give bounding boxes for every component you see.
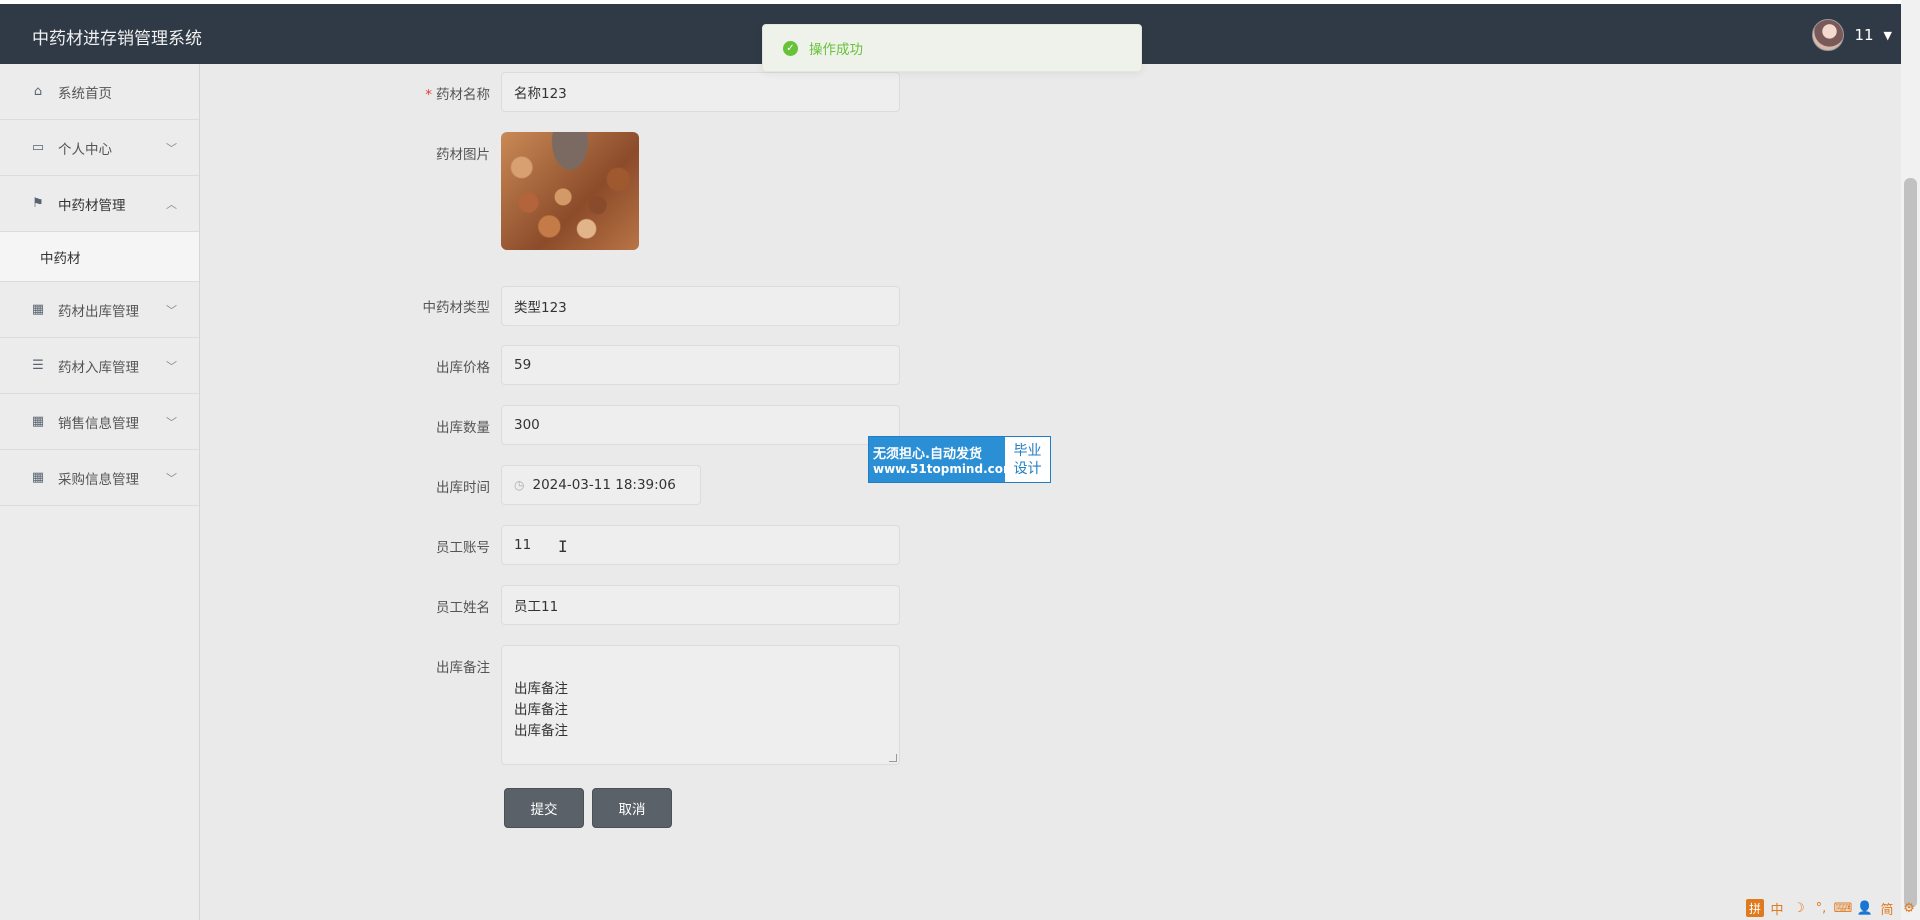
sidebar-item-home[interactable]: ⌂ 系统首页 <box>0 64 199 120</box>
user-name[interactable]: 11 <box>1854 26 1873 44</box>
employee-name-input[interactable]: 员工11 <box>501 585 900 625</box>
outbound-remark-textarea[interactable]: 出库备注 出库备注 出库备注 <box>501 645 900 765</box>
grid-icon: ▦ <box>31 414 45 429</box>
chevron-down-icon: ﹀ <box>166 416 177 429</box>
list-icon: ☰ <box>32 358 44 373</box>
sidebar-item-inbound-management[interactable]: ☰ 药材入库管理 ﹀ <box>0 338 199 394</box>
ime-chinese-mode[interactable]: 中 <box>1768 899 1786 918</box>
employee-account-label: 员工账号 <box>436 540 490 556</box>
ime-simplified-mode[interactable]: 简 <box>1878 899 1896 918</box>
ime-settings-icon[interactable]: ⚙ <box>1900 899 1918 917</box>
watermark-line2: www.51topmind.com <box>873 462 1016 476</box>
caret-down-icon[interactable]: ▼ <box>1884 29 1892 42</box>
card-icon: ▭ <box>31 140 45 155</box>
grid-icon: ▦ <box>31 302 45 317</box>
watermark-line1: 无须担心.自动发货 <box>873 447 982 462</box>
ime-punctuation-icon[interactable]: °, <box>1812 899 1830 917</box>
sidebar-item-herb-management[interactable]: ⚑ 中药材管理 ︿ <box>0 176 199 232</box>
chevron-down-icon: ﹀ <box>166 360 177 373</box>
outbound-price-input[interactable]: 59 <box>501 345 900 385</box>
chevron-down-icon: ﹀ <box>166 472 177 485</box>
watermark-right-bottom: 设计 <box>1013 460 1042 477</box>
ime-toolbar[interactable]: 拼 中 ☽ °, ⌨ 👤 简 ⚙ <box>1746 898 1918 918</box>
success-toast: ✓ 操作成功 <box>762 24 1142 72</box>
herb-name-label: * 药材名称 <box>425 87 490 103</box>
clock-icon: ◷ <box>514 478 525 492</box>
sidebar-item-label: 系统首页 <box>58 85 112 102</box>
outbound-price-label: 出库价格 <box>436 360 490 376</box>
sidebar: ⌂ 系统首页 ▭ 个人中心 ﹀ ⚑ 中药材管理 ︿ 中药材 ▦ 药材出库管理 ﹀… <box>0 64 200 920</box>
outbound-time-label: 出库时间 <box>436 480 490 496</box>
outbound-quantity-label: 出库数量 <box>436 420 490 436</box>
herb-name-input[interactable]: 名称123 <box>501 72 900 112</box>
sidebar-item-label: 药材出库管理 <box>58 303 139 320</box>
sidebar-item-outbound-management[interactable]: ▦ 药材出库管理 ﹀ <box>0 282 199 338</box>
chevron-down-icon: ﹀ <box>166 142 177 155</box>
outbound-quantity-input[interactable]: 300 <box>501 405 900 445</box>
chevron-up-icon: ︿ <box>166 198 177 211</box>
herb-type-label: 中药材类型 <box>422 300 491 316</box>
resize-handle-icon[interactable] <box>889 754 897 762</box>
cancel-button[interactable]: 取消 <box>592 788 672 828</box>
herb-type-input[interactable]: 类型123 <box>501 286 900 326</box>
grid-icon: ▦ <box>31 470 45 485</box>
toast-message: 操作成功 <box>809 42 863 58</box>
home-icon: ⌂ <box>33 84 43 99</box>
scrollbar[interactable] <box>1901 0 1920 920</box>
sidebar-item-sales-management[interactable]: ▦ 销售信息管理 ﹀ <box>0 394 199 450</box>
user-avatar[interactable] <box>1812 19 1845 51</box>
app-title: 中药材进存销管理系统 <box>32 29 202 49</box>
sidebar-subitem-herb[interactable]: 中药材 <box>0 232 199 282</box>
scrollbar-thumb[interactable] <box>1904 178 1917 908</box>
sidebar-item-label: 销售信息管理 <box>58 415 139 432</box>
main-content: * 药材名称 名称123 药材图片 中药材类型 类型123 出库价格 59 出库数… <box>200 64 1900 920</box>
herb-image-label: 药材图片 <box>436 147 490 163</box>
ime-moon-icon[interactable]: ☽ <box>1790 899 1808 917</box>
employee-name-label: 员工姓名 <box>436 600 490 616</box>
ime-logo-icon[interactable]: 拼 <box>1746 899 1764 917</box>
sidebar-item-personal-center[interactable]: ▭ 个人中心 ﹀ <box>0 120 199 176</box>
sidebar-item-label: 个人中心 <box>58 141 112 158</box>
sidebar-item-label: 采购信息管理 <box>58 471 139 488</box>
flag-icon: ⚑ <box>32 196 44 211</box>
sidebar-item-label: 中药材管理 <box>58 197 126 214</box>
watermark: 无须担心.自动发货 www.51topmind.com 毕业 设计 <box>868 436 1051 483</box>
text-cursor-icon: I <box>558 537 568 556</box>
chevron-down-icon: ﹀ <box>166 304 177 317</box>
outbound-time-picker[interactable]: ◷ 2024-03-11 18:39:06 <box>501 465 701 505</box>
ime-user-icon[interactable]: 👤 <box>1856 899 1874 917</box>
outbound-time-value: 2024-03-11 18:39:06 <box>532 477 676 493</box>
user-menu[interactable]: 11 ▼ <box>1812 19 1892 51</box>
ime-keyboard-icon[interactable]: ⌨ <box>1834 899 1853 917</box>
check-circle-icon: ✓ <box>783 40 798 56</box>
submit-button[interactable]: 提交 <box>504 788 584 828</box>
required-mark: * <box>425 87 432 103</box>
sidebar-item-label: 药材入库管理 <box>58 359 139 376</box>
outbound-remark-value: 出库备注 出库备注 出库备注 <box>514 681 568 739</box>
outbound-remark-label: 出库备注 <box>436 660 490 676</box>
herb-image[interactable] <box>501 132 639 250</box>
sidebar-item-purchase-management[interactable]: ▦ 采购信息管理 ﹀ <box>0 450 199 506</box>
watermark-right-top: 毕业 <box>1013 442 1042 459</box>
